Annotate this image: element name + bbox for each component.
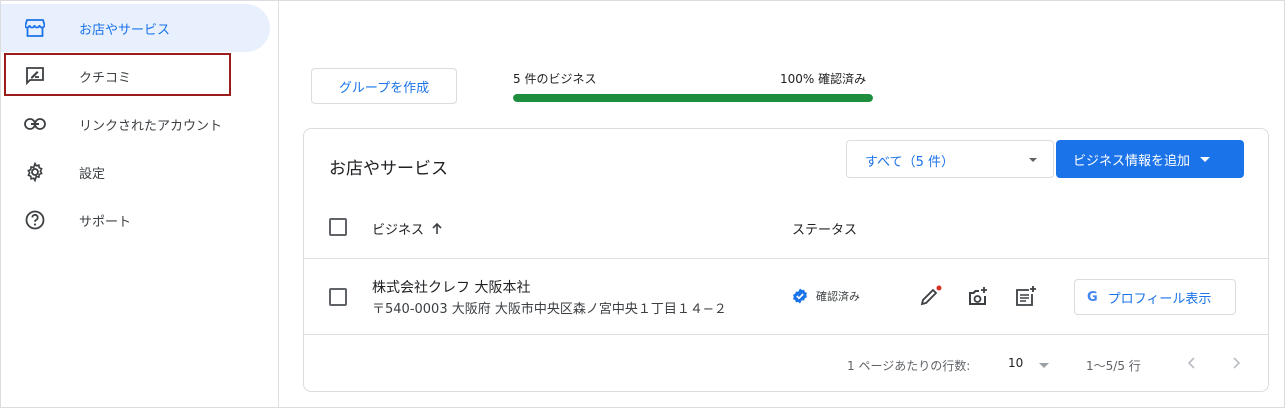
divider	[304, 334, 1268, 335]
caret-down-icon[interactable]	[1039, 363, 1049, 368]
sidebar-item-label: サポート	[79, 214, 132, 230]
sidebar-item-label: お店やサービス	[79, 22, 171, 38]
filter-dropdown[interactable]: すべて（5 件）	[846, 140, 1054, 178]
verification-progress-bar	[513, 94, 873, 102]
rows-per-page-select[interactable]: 10	[1008, 356, 1023, 370]
sidebar-item-support[interactable]: サポート	[1, 196, 270, 244]
column-header-label: ビジネス	[372, 223, 425, 238]
view-profile-button[interactable]: G プロフィール表示	[1074, 279, 1236, 315]
create-group-button[interactable]: グループを作成	[311, 68, 457, 104]
page-range: 1〜5/5 行	[1086, 359, 1141, 373]
business-name[interactable]: 株式会社クレフ 大阪本社	[372, 277, 530, 297]
business-count-label: 5 件のビジネス	[513, 72, 597, 86]
caret-down-icon	[1200, 156, 1211, 162]
arrow-up-icon	[432, 223, 442, 234]
select-all-checkbox[interactable]	[329, 218, 347, 236]
column-header-business[interactable]: ビジネス	[372, 219, 442, 238]
view-profile-label: プロフィール表示	[1107, 291, 1212, 307]
chevron-right-icon[interactable]	[1224, 351, 1248, 375]
highlight-box	[4, 53, 231, 96]
sidebar-item-label: 設定	[79, 166, 106, 182]
verified-percent-label: 100% 確認済み	[780, 72, 867, 86]
sidebar-item-linked-accounts[interactable]: リンクされたアカウント	[1, 100, 270, 148]
column-header-status: ステータス	[792, 223, 858, 238]
divider	[304, 258, 1268, 259]
row-checkbox[interactable]	[329, 288, 347, 306]
business-address: 〒540-0003 大阪府 大阪市中央区森ノ宮中央１丁目１４−２	[372, 302, 727, 317]
add-business-label: ビジネス情報を追加	[1073, 153, 1191, 169]
sidebar-item-settings[interactable]: 設定	[1, 148, 270, 196]
caret-down-icon	[1029, 158, 1037, 162]
help-circle-icon	[23, 208, 47, 232]
add-business-button[interactable]: ビジネス情報を追加	[1056, 140, 1244, 178]
status-cell: 確認済み	[792, 288, 860, 304]
filter-value: すべて（5 件）	[865, 155, 954, 170]
card-title: お店やサービス	[329, 159, 448, 179]
rows-per-page-label: 1 ページあたりの行数:	[847, 359, 971, 373]
add-post-icon[interactable]	[1014, 284, 1038, 308]
verified-check-icon	[792, 288, 808, 304]
status-label: 確認済み	[816, 290, 860, 303]
add-photo-icon[interactable]	[966, 284, 990, 308]
progress-fill	[513, 94, 873, 102]
google-g-icon: G	[1087, 289, 1098, 305]
sidebar-item-stores[interactable]: お店やサービス	[1, 4, 270, 52]
gear-icon	[23, 160, 47, 184]
business-card: お店やサービス すべて（5 件） ビジネス情報を追加 ビジネス ステータス 株式…	[303, 128, 1269, 392]
edit-icon[interactable]	[918, 284, 942, 308]
chevron-left-icon[interactable]	[1180, 351, 1204, 375]
sidebar-item-label: リンクされたアカウント	[79, 118, 223, 134]
storefront-icon	[23, 16, 47, 40]
link-icon	[23, 112, 47, 136]
